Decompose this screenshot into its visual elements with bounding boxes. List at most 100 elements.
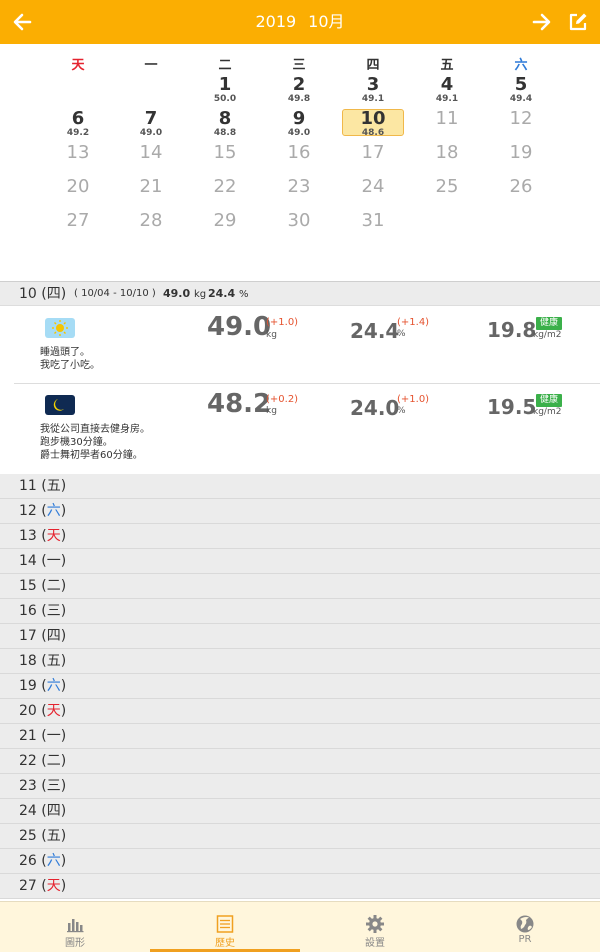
day-row[interactable]: 12 (六) [0,499,600,524]
day-row[interactable]: 21 (一) [0,724,600,749]
day-row[interactable]: 15 (二) [0,574,600,599]
day-number: 21 [139,176,163,197]
day-number: 4 [440,74,454,95]
tab-graph[interactable]: 圖形 [0,902,150,952]
calendar-day[interactable]: 9 49.0 [268,110,330,140]
day-number: 27 [66,210,90,231]
calendar-day[interactable]: 25 [416,178,478,208]
calendar-day[interactable]: 23 [268,178,330,208]
day-row[interactable]: 11 (五) [0,474,600,499]
day-number: 9 [292,108,306,129]
calendar-day[interactable]: 6 49.2 [47,110,109,140]
tab-pr[interactable]: PR [450,902,600,952]
calendar-day[interactable]: 20 [47,178,109,208]
morning-fat-delta: (+1.4) [397,317,430,328]
day-row[interactable]: 18 (五) [0,649,600,674]
calendar-day[interactable]: 19 [490,144,552,174]
morning-weight-delta: (+1.0) [266,317,299,328]
day-row-number: 27 [19,878,37,894]
day-row[interactable]: 25 (五) [0,824,600,849]
day-row-number: 11 [19,478,37,494]
calendar-day[interactable]: 3 49.1 [342,76,404,106]
evening-fat-delta: (+1.0) [397,394,430,405]
edit-button[interactable] [556,0,600,44]
calendar-grid: 天一二三四五六 1 50.0 2 49.8 3 49.1 4 49.1 5 49.4 6 49.2 7 49… [0,44,600,282]
calendar-day[interactable]: 7 49.0 [120,110,182,140]
day-row-weekday: 二 [46,753,61,769]
day-number: 29 [213,210,237,231]
day-row-weekday: 三 [46,603,61,619]
month-label: 10月 [308,12,345,31]
calendar-day[interactable]: 29 [194,212,256,242]
day-weight: 49.4 [509,94,533,104]
calendar-day[interactable]: 28 [120,212,182,242]
arrow-right-icon [532,13,551,31]
summary-weight: 49.0 kg [163,287,207,300]
calendar-day[interactable]: 14 [120,144,182,174]
day-row[interactable]: 16 (三) [0,599,600,624]
day-number: 11 [435,108,459,129]
calendar-day[interactable]: 4 49.1 [416,76,478,106]
day-row-number: 12 [19,503,37,519]
day-row[interactable]: 14 (一) [0,549,600,574]
day-row-weekday: 一 [46,553,61,569]
day-number: 18 [435,142,459,163]
calendar-day[interactable]: 15 [194,144,256,174]
day-number: 28 [139,210,163,231]
day-weight: 49.1 [435,94,459,104]
day-row[interactable]: 13 (天) [0,524,600,549]
tab-label: 設置 [365,938,385,949]
tab-label: PR [518,934,532,945]
day-row[interactable]: 24 (四) [0,799,600,824]
calendar-day[interactable]: 30 [268,212,330,242]
calendar-day[interactable]: 21 [120,178,182,208]
weekday-header: 三 [292,58,306,73]
calendar-day[interactable]: 13 [47,144,109,174]
weekday-header: 二 [218,58,232,73]
calendar-day[interactable]: 17 [342,144,404,174]
calendar-day[interactable]: 26 [490,178,552,208]
day-row[interactable]: 23 (三) [0,774,600,799]
day-number: 17 [361,142,385,163]
calendar-day[interactable]: 31 [342,212,404,242]
day-row-number: 24 [19,803,37,819]
day-row[interactable]: 26 (六) [0,849,600,874]
day-row-number: 21 [19,728,37,744]
calendar-day[interactable]: 10 48.6 [342,109,404,138]
calendar-day[interactable]: 12 [490,110,552,140]
year-label: 2019 [255,12,297,31]
morning-weight-unit: kg [266,330,277,340]
calendar-day[interactable]: 11 [416,110,478,140]
day-number: 12 [509,108,533,129]
calendar-day[interactable]: 16 [268,144,330,174]
calendar-day[interactable]: 22 [194,178,256,208]
tab-settings[interactable]: 設置 [300,902,450,952]
day-number: 24 [361,176,385,197]
day-row[interactable]: 20 (天) [0,699,600,724]
tab-history[interactable]: 歷史 [150,902,300,952]
calendar-day[interactable]: 18 [416,144,478,174]
day-row[interactable]: 17 (四) [0,624,600,649]
day-row-weekday: 二 [46,578,61,594]
calendar-day[interactable]: 24 [342,178,404,208]
evening-entry[interactable]: 我從公司直接去健身房。 跑步機30分鐘。 爵士舞初學者60分鐘。 48.2 (+… [14,385,600,474]
day-weight: 48.8 [213,128,237,138]
list-icon [216,915,234,933]
day-number: 23 [287,176,311,197]
calendar-day[interactable]: 8 48.8 [194,110,256,140]
calendar-day[interactable]: 27 [47,212,109,242]
summary-range: ( 10/04 - 10/10 ) [74,288,156,299]
day-number: 30 [287,210,311,231]
day-row[interactable]: 27 (天) [0,874,600,899]
calendar-day[interactable]: 2 49.8 [268,76,330,106]
calendar-day[interactable]: 5 49.4 [490,76,552,106]
summary-fat: 24.4 % [208,287,249,300]
calendar-day[interactable]: 1 50.0 [194,76,256,106]
evening-fat: 24.0 [350,396,400,420]
day-row-weekday: 四 [46,628,61,644]
day-row-weekday: 三 [46,778,61,794]
morning-entry[interactable]: 睡過頭了。 我吃了小吃。 49.0 (+1.0) kg 24.4 (+1.4) … [14,306,600,384]
day-row[interactable]: 19 (六) [0,674,600,699]
day-row[interactable]: 22 (二) [0,749,600,774]
day-weight: 49.2 [66,128,90,138]
